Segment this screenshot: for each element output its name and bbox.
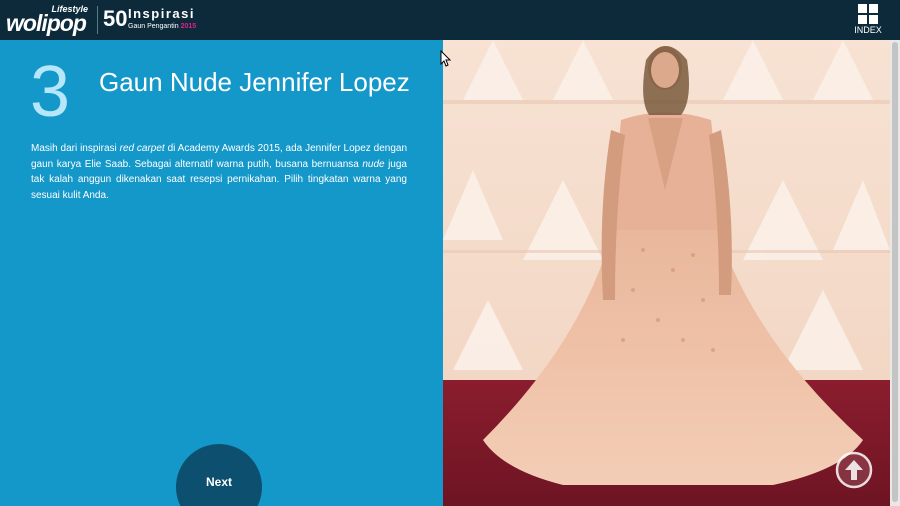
slide-photo bbox=[443, 40, 890, 506]
description-text-1: Masih dari inspirasi bbox=[31, 143, 120, 154]
index-button[interactable]: INDEX bbox=[850, 2, 886, 38]
next-button[interactable]: Next bbox=[176, 444, 262, 506]
vertical-scrollbar[interactable] bbox=[890, 40, 900, 506]
slide-title: Gaun Nude Jennifer Lopez bbox=[99, 67, 410, 97]
grid-icon bbox=[858, 4, 878, 24]
gown-photo-illustration bbox=[443, 40, 890, 506]
brand-number: 50 bbox=[103, 6, 128, 31]
scroll-top-button[interactable] bbox=[835, 451, 873, 489]
logo-wolipop-text: wolipop bbox=[6, 10, 87, 36]
index-label: INDEX bbox=[854, 25, 882, 35]
wolipop-logo[interactable]: Lifestyle wolipop bbox=[6, 4, 92, 36]
description-emphasis-1: red carpet bbox=[119, 143, 165, 154]
mouse-cursor-icon bbox=[440, 50, 452, 67]
brand-title: Inspirasi bbox=[128, 6, 195, 21]
brand-year: 2015 bbox=[180, 23, 197, 30]
brand-subtitle-text: Gaun Pengantin bbox=[128, 23, 179, 30]
description-emphasis-2: nude bbox=[362, 158, 385, 170]
top-bar: Lifestyle wolipop 50 Inspirasi Gaun Peng… bbox=[0, 0, 900, 40]
header-divider bbox=[97, 6, 98, 34]
brand-subtitle: Gaun Pengantin 2015 bbox=[128, 22, 196, 31]
slide-number: 3 bbox=[30, 52, 71, 132]
scrollbar-thumb[interactable] bbox=[892, 42, 898, 502]
content-panel: 3 Gaun Nude Jennifer Lopez Masih dari in… bbox=[0, 40, 443, 506]
slide-description: Masih dari inspirasi red carpet di Acade… bbox=[31, 141, 407, 203]
arrow-up-circle-icon bbox=[835, 451, 873, 489]
